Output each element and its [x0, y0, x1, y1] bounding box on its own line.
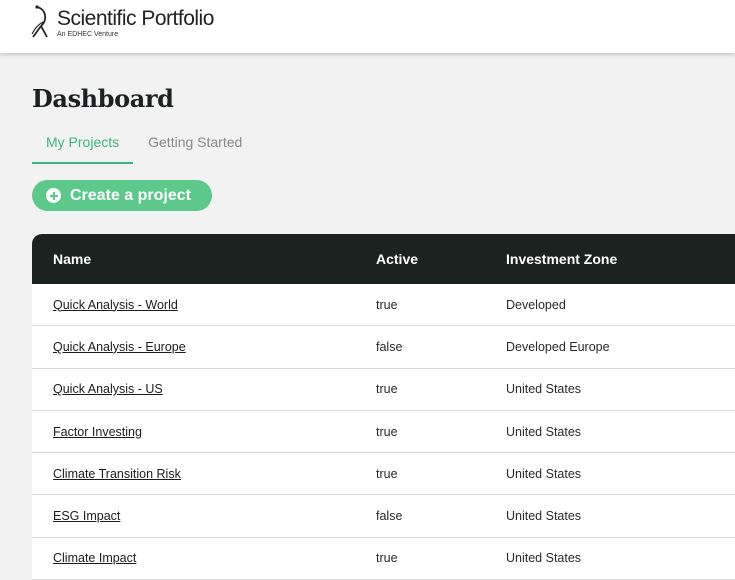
investment-zone-value: Developed Europe [506, 339, 610, 354]
project-link[interactable]: Quick Analysis - World [53, 298, 178, 312]
active-value: true [376, 297, 398, 312]
active-value: false [376, 509, 403, 524]
project-link[interactable]: Factor Investing [53, 425, 142, 439]
tab-my-projects[interactable]: My Projects [32, 126, 134, 164]
brand-logo[interactable]: Scientific Portfolio An EDHEC Venture [30, 4, 214, 39]
table-row: Climate Transition Risk true United Stat… [32, 453, 735, 496]
table-row: Quick Analysis - US true United States [32, 368, 735, 411]
active-value: false [376, 339, 403, 354]
investment-zone-value: United States [506, 382, 582, 397]
investment-zone-value: Developed [506, 297, 566, 312]
column-header-name[interactable]: Name [32, 251, 376, 267]
table-row: Quick Analysis - Europe false Developed … [32, 326, 735, 369]
project-link[interactable]: Climate Transition Risk [53, 467, 181, 481]
page-title: Dashboard [32, 84, 174, 113]
active-value: true [376, 382, 398, 397]
top-header: Scientific Portfolio An EDHEC Venture [0, 0, 735, 53]
project-link[interactable]: Climate Impact [53, 551, 136, 565]
project-link[interactable]: ESG Impact [53, 509, 120, 523]
investment-zone-value: United States [506, 466, 582, 481]
table-header: Name Active Investment Zone [32, 234, 735, 284]
investment-zone-value: United States [506, 551, 582, 566]
table-row: Quick Analysis - World true Developed [32, 284, 735, 327]
column-header-active[interactable]: Active [376, 251, 506, 267]
brand-tagline: An EDHEC Venture [57, 31, 119, 38]
tab-getting-started[interactable]: Getting Started [133, 126, 256, 164]
table-row: ESG Impact false United States [32, 495, 735, 538]
brand-name: Scientific Portfolio [57, 7, 214, 30]
create-project-label: Create a project [70, 186, 191, 204]
table-row: Factor Investing true United States [32, 410, 735, 454]
projects-table: Name Active Investment Zone Quick Analys… [32, 234, 735, 580]
active-value: true [376, 551, 398, 566]
active-value: true [376, 466, 398, 481]
project-link[interactable]: Quick Analysis - US [53, 382, 163, 396]
table-row: Climate Impact true United States [32, 537, 735, 580]
plus-circle-icon [46, 188, 61, 203]
scientific-portfolio-logo-icon [31, 5, 48, 38]
create-project-button[interactable]: Create a project [32, 180, 212, 211]
column-header-investment-zone[interactable]: Investment Zone [506, 251, 735, 267]
investment-zone-value: United States [506, 509, 582, 524]
project-tabs: My Projects Getting Started [32, 126, 256, 164]
investment-zone-value: United States [506, 424, 582, 439]
active-value: true [376, 424, 398, 439]
project-link[interactable]: Quick Analysis - Europe [53, 340, 186, 354]
